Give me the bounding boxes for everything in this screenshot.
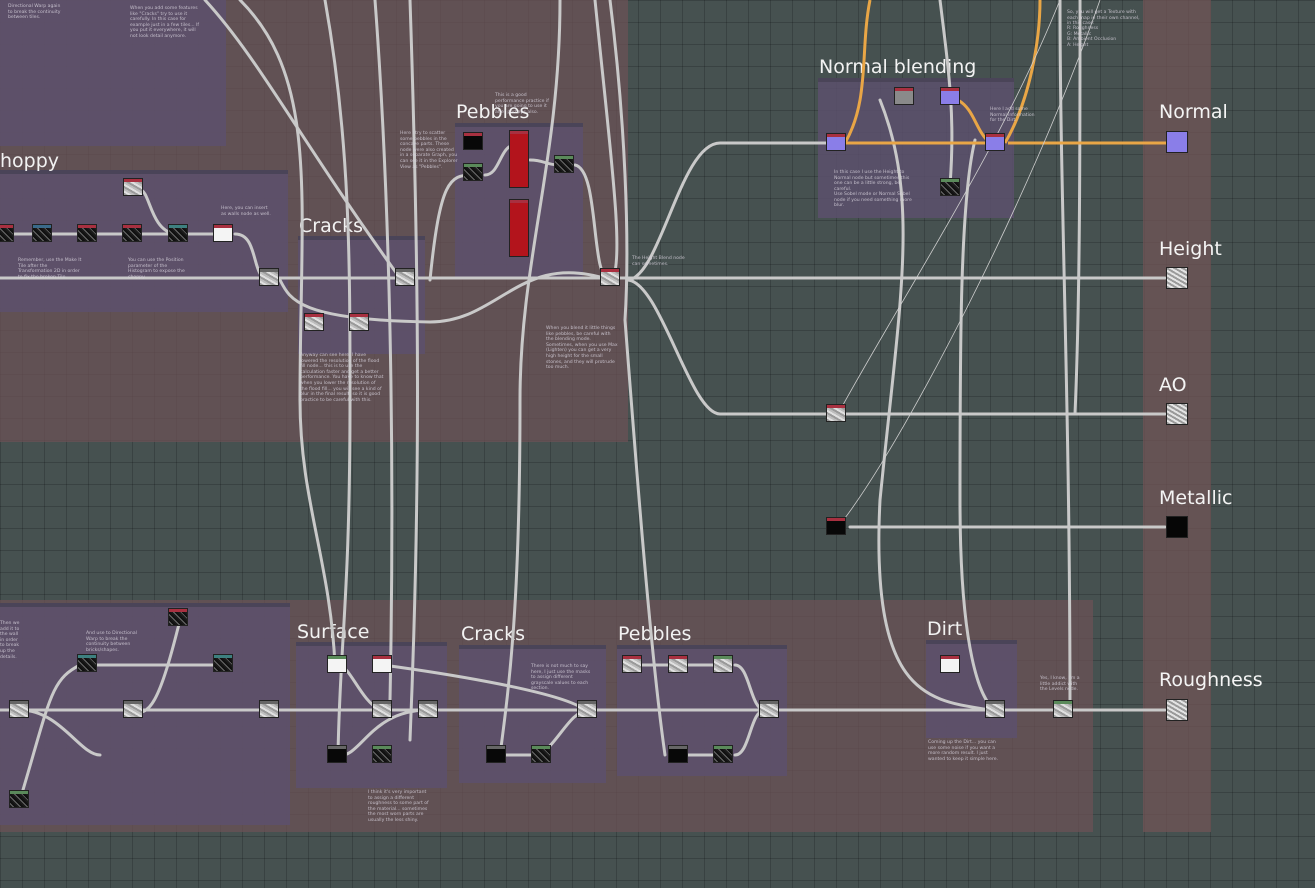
node-bl-2[interactable] — [123, 700, 143, 718]
node-pebbles-shape[interactable] — [463, 132, 483, 150]
output-label-height: Height — [1159, 238, 1222, 260]
node-dirt-2[interactable] — [985, 700, 1005, 718]
note-levels-addict: Yes, I know, I'm a little addict with th… — [1040, 676, 1080, 693]
node-pebbles-bottom-1[interactable] — [622, 655, 642, 673]
node-pebbles-levels[interactable] — [554, 155, 574, 173]
node-dirt-1[interactable] — [940, 655, 960, 673]
note-texture-channels: So, you will get a Texture with each map… — [1067, 10, 1140, 27]
node-choppy-1[interactable] — [0, 224, 14, 242]
node-choppy-out[interactable] — [259, 268, 279, 286]
node-levels[interactable] — [1053, 700, 1073, 718]
note-channel-list: R: Roughness G: Metallic B: Ambient Occl… — [1067, 26, 1117, 48]
node-pebbles-bottom-out[interactable] — [759, 700, 779, 718]
note-height-to-normal: In this case I use the Height to Normal … — [834, 170, 910, 192]
node-surface-1[interactable] — [327, 655, 347, 673]
node-choppy-2[interactable] — [32, 224, 52, 242]
node-pebbles-input[interactable] — [463, 163, 483, 181]
node-connections — [0, 0, 1170, 802]
node-pebbles-scatter-1[interactable] — [509, 130, 529, 188]
note-grayscale-values: There is not much to say here, I just us… — [531, 664, 591, 692]
node-normal-mask[interactable] — [940, 178, 960, 196]
output-metallic[interactable] — [1166, 516, 1188, 538]
node-choppy-6[interactable] — [213, 224, 233, 242]
node-pebbles-bottom-4[interactable] — [668, 745, 688, 763]
output-ao[interactable] — [1166, 403, 1188, 425]
node-choppy-input[interactable] — [123, 178, 143, 196]
node-surface-3[interactable] — [372, 700, 392, 718]
node-bl-noise-bottom[interactable] — [9, 790, 29, 808]
output-label-metallic: Metallic — [1159, 487, 1233, 509]
note-break-details: Then we add it to the wall in order to b… — [0, 621, 20, 660]
node-cracks-bottom-out[interactable] — [577, 700, 597, 718]
node-cracks-1[interactable] — [304, 313, 324, 331]
node-ao[interactable] — [826, 404, 846, 422]
node-cracks-bottom-2[interactable] — [531, 745, 551, 763]
node-bl-3[interactable] — [259, 700, 279, 718]
node-normal-grey[interactable] — [894, 87, 914, 105]
node-choppy-3[interactable] — [77, 224, 97, 242]
note-normal-dirt: Here I add some Normal information for t… — [990, 107, 1035, 124]
note-histogram-position: You can use the Position parameter of th… — [128, 258, 185, 280]
note-sobel: Use Sobel mode or Normal Sobel node if y… — [834, 192, 912, 209]
note-pebbles-scatter: Here I try to scatter some pebbles in th… — [400, 131, 458, 170]
note-flood-fill-resolution: Anyway can see here, I have lowered the … — [300, 353, 384, 403]
node-bl-warp-1[interactable] — [77, 654, 97, 672]
note-directional-warp-bricks: And use to Directional Warp to break the… — [86, 631, 137, 653]
node-pebbles-bottom-2[interactable] — [668, 655, 688, 673]
node-choppy-4[interactable] — [122, 224, 142, 242]
note-make-it-tile: Remember, use the Make It Tile after the… — [18, 258, 82, 280]
note-pebbles-performance: This is a good performance practice if y… — [495, 93, 549, 115]
note-height-blend: The Height Blend node can sometimes. — [632, 256, 685, 267]
note-roughness-assign: I think it's very important to assign a … — [368, 790, 429, 823]
output-label-ao: AO — [1159, 374, 1187, 396]
output-roughness[interactable] — [1166, 699, 1188, 721]
node-pebbles-bottom-3[interactable] — [713, 655, 733, 673]
node-pebbles-scatter-2[interactable] — [509, 199, 529, 257]
node-bl-noise-top[interactable] — [168, 608, 188, 626]
note-blending-mode: When you blend it little things like peb… — [546, 326, 618, 371]
node-bl-warp-2[interactable] — [213, 654, 233, 672]
output-label-normal: Normal — [1159, 101, 1228, 123]
node-choppy-5[interactable] — [168, 224, 188, 242]
note-insert-walls: Here, you can insert as walls node as we… — [221, 206, 271, 217]
node-cracks-bottom-1[interactable] — [486, 745, 506, 763]
node-height-to-normal[interactable] — [826, 133, 846, 151]
note-directional-warp: Directional Warp again to break the cont… — [8, 4, 61, 21]
output-label-roughness: Roughness — [1159, 669, 1263, 691]
node-bl-1[interactable] — [9, 700, 29, 718]
node-pebbles-bottom-5[interactable] — [713, 745, 733, 763]
node-cracks-2[interactable] — [349, 313, 369, 331]
node-cracks-blend[interactable] — [395, 268, 415, 286]
node-surface-6[interactable] — [372, 745, 392, 763]
note-dirt-noise: Coming up the Dirt... you can use some n… — [928, 740, 999, 762]
node-surface-4[interactable] — [418, 700, 438, 718]
output-normal[interactable] — [1166, 131, 1188, 153]
node-surface-5[interactable] — [327, 745, 347, 763]
node-normal-blend[interactable] — [985, 133, 1005, 151]
node-normal-dirt[interactable] — [940, 87, 960, 105]
node-metallic-color[interactable] — [826, 517, 846, 535]
note-cracks-careful: When you add some features like "Cracks"… — [130, 6, 200, 39]
node-height-blend[interactable] — [600, 268, 620, 286]
output-height[interactable] — [1166, 267, 1188, 289]
node-surface-2[interactable] — [372, 655, 392, 673]
